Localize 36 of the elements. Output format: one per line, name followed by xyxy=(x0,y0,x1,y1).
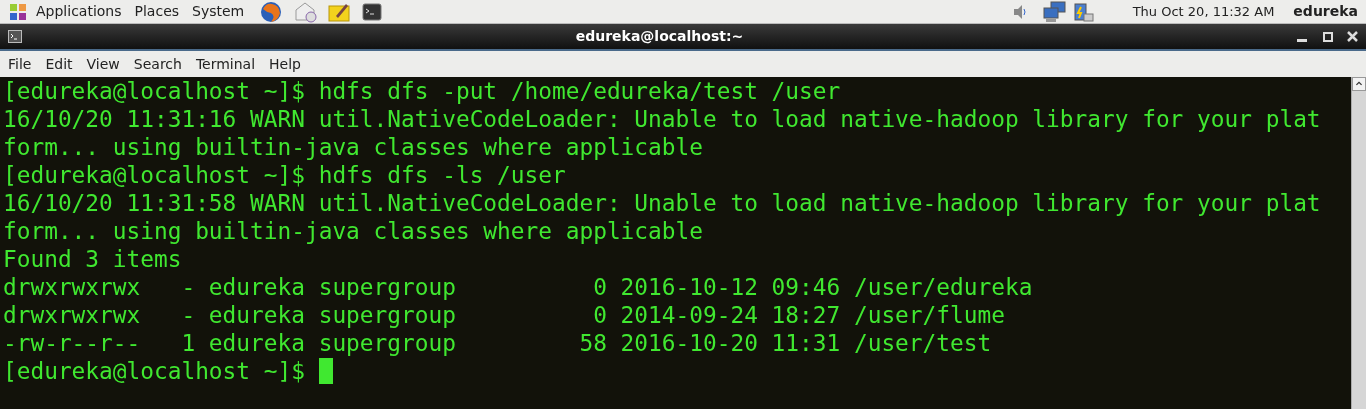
menu-item[interactable]: Help xyxy=(269,53,301,75)
terminal-line: [edureka@localhost ~]$ hdfs dfs -ls /user xyxy=(3,161,566,189)
panel-menu[interactable]: Places xyxy=(134,1,180,22)
menu-item[interactable]: Terminal xyxy=(195,53,256,75)
user-name[interactable]: edureka xyxy=(1293,1,1358,22)
terminal-line: Found 3 items xyxy=(3,245,182,273)
terminal-icon xyxy=(8,30,22,43)
notes-icon[interactable] xyxy=(328,1,351,22)
terminal-line: 16/10/20 11:31:16 WARN util.NativeCodeLoader: Unable to load native-hadoop library for your plat xyxy=(3,105,1321,133)
terminal-line: [edureka@localhost ~]$ xyxy=(3,357,306,385)
battery-icon[interactable] xyxy=(1072,0,1095,23)
window-title: edureka@localhost:~ xyxy=(575,27,744,46)
terminal-line: drwxrwxrwx - edureka supergroup 0 2016-10-12 09:46 /user/edureka xyxy=(3,273,1033,301)
terminal-icon[interactable] xyxy=(362,2,383,21)
network-icon[interactable] xyxy=(1042,0,1067,23)
clock[interactable]: Thu Oct 20, 11:32 AM xyxy=(1132,1,1275,22)
panel-menu[interactable]: System xyxy=(192,1,245,22)
logo-icon[interactable] xyxy=(8,1,28,22)
scroll-up-icon[interactable] xyxy=(1352,77,1366,91)
terminal-line: -rw-r--r-- 1 edureka supergroup 58 2016-10-20 11:31 /user/test xyxy=(3,329,992,357)
terminal-line: 16/10/20 11:31:58 WARN util.NativeCodeLoader: Unable to load native-hadoop library for your plat xyxy=(3,189,1321,217)
menu-item[interactable]: Edit xyxy=(45,53,73,75)
browser-icon[interactable] xyxy=(260,0,283,23)
terminal-line: [edureka@localhost ~]$ hdfs dfs -put /home/edureka/test /user xyxy=(3,77,841,105)
close-icon[interactable] xyxy=(1347,31,1358,42)
maximize-icon[interactable] xyxy=(1323,31,1333,42)
terminal-line: drwxrwxrwx - edureka supergroup 0 2014-09-24 18:27 /user/flume xyxy=(3,301,1005,329)
scrollbar[interactable] xyxy=(1351,77,1366,409)
cursor xyxy=(318,358,333,384)
panel-menu[interactable]: Applications xyxy=(36,1,122,22)
menu-item[interactable]: File xyxy=(8,53,32,75)
terminal-line: form... using builtin-java classes where applicable xyxy=(3,217,703,245)
menu-item[interactable]: Search xyxy=(133,53,182,75)
terminal-line: form... using builtin-java classes where applicable xyxy=(3,133,703,161)
volume-icon[interactable] xyxy=(1012,3,1027,20)
menu-item[interactable]: View xyxy=(86,53,120,75)
